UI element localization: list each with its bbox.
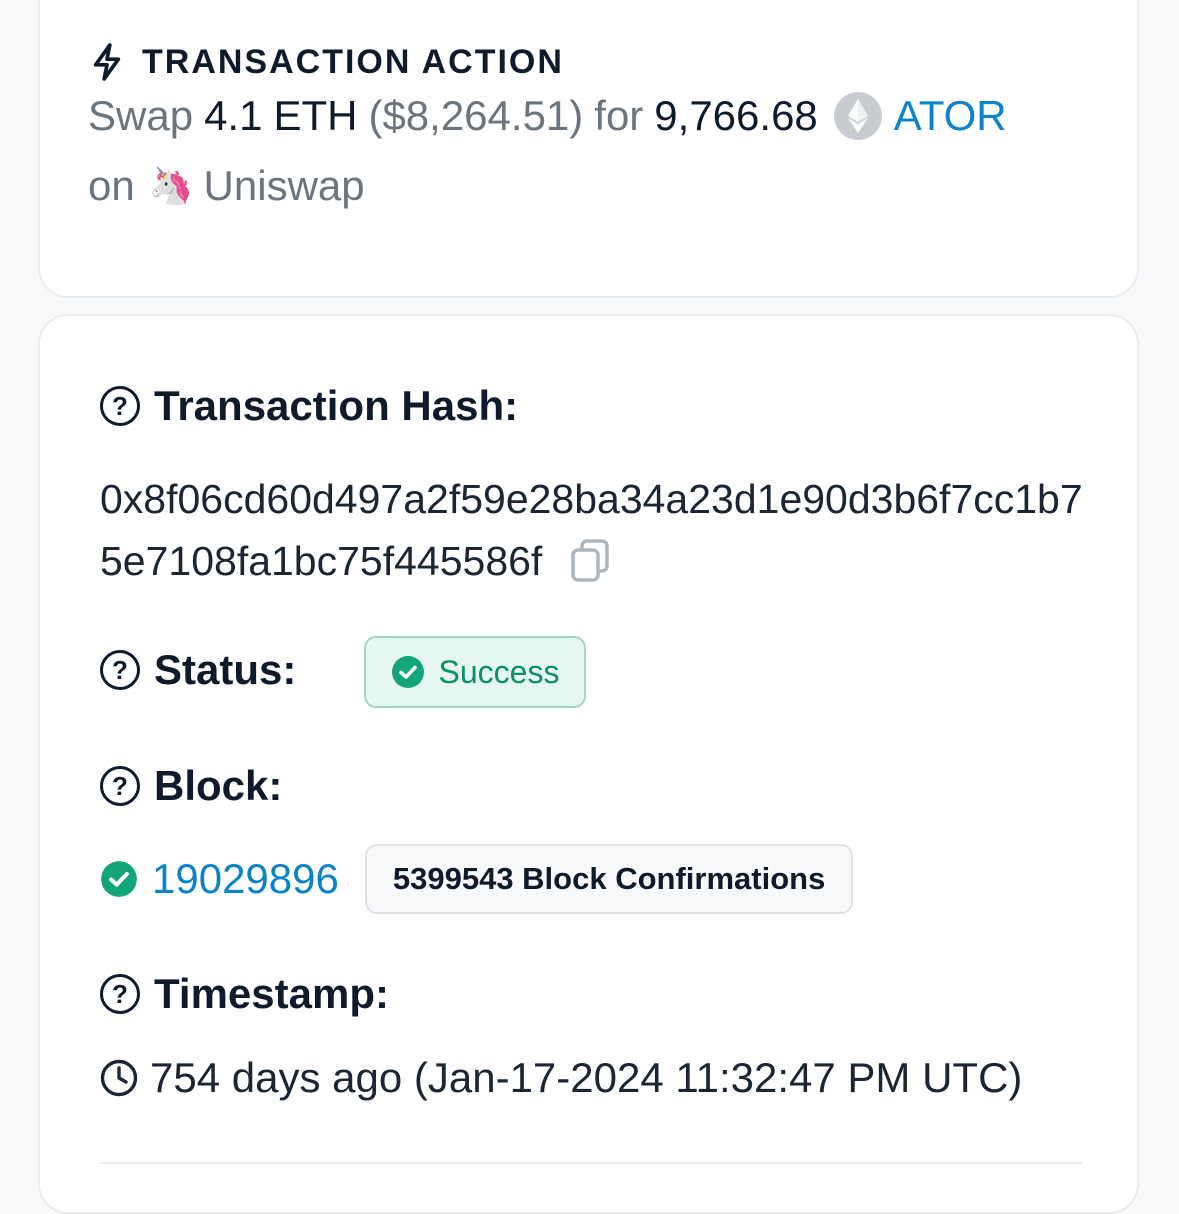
timestamp-label-row: ? Timestamp: <box>100 970 389 1018</box>
transaction-hash-label: Transaction Hash: <box>154 382 519 429</box>
status-label: Status: <box>154 646 297 693</box>
timestamp-label: Timestamp: <box>154 970 389 1017</box>
swap-summary-line: Swap 4.1 ETH ($8,264.51) for 9,766.68 AT… <box>88 86 1088 146</box>
clock-icon <box>100 1059 138 1097</box>
block-label: Block: <box>154 762 283 809</box>
status-value: Success <box>438 653 560 690</box>
timestamp-row: 754 days ago (Jan-17-2024 11:32:47 PM UT… <box>100 1054 1022 1102</box>
block-confirmations-badge: 5399543 Block Confirmations <box>364 844 854 914</box>
lightning-icon <box>93 43 121 81</box>
help-icon[interactable]: ? <box>100 974 140 1014</box>
block-label-row: ? Block: <box>100 762 282 810</box>
copy-icon[interactable] <box>570 538 610 582</box>
swap-word: Swap <box>88 92 194 139</box>
token-out-link[interactable]: ATOR <box>894 92 1007 140</box>
help-icon[interactable]: ? <box>100 386 140 426</box>
swap-dex-line: on 🦄 Uniswap <box>88 156 1088 216</box>
transaction-action-card: TRANSACTION ACTION Swap 4.1 ETH ($8,264.… <box>38 0 1139 298</box>
timestamp-value: 754 days ago (Jan-17-2024 11:32:47 PM UT… <box>150 1054 1023 1101</box>
transaction-action-title: TRANSACTION ACTION <box>142 42 564 81</box>
transaction-hash-value: 0x8f06cd60d497a2f59e28ba34a23d1e90d3b6f7… <box>100 468 1090 592</box>
block-row: 19029896 5399543 Block Confirmations <box>100 844 854 914</box>
amount-out: 9,766.68 <box>654 92 818 139</box>
transaction-details-card: ? Transaction Hash: 0x8f06cd60d497a2f59e… <box>38 314 1139 1214</box>
transaction-hash-label-row: ? Transaction Hash: <box>100 382 518 430</box>
token-in: ETH <box>273 92 358 139</box>
help-icon[interactable]: ? <box>100 650 140 690</box>
check-circle-icon <box>391 656 424 688</box>
help-icon[interactable]: ? <box>100 766 140 806</box>
check-circle-icon <box>101 861 137 897</box>
status-badge: Success <box>364 636 586 708</box>
uniswap-unicorn-icon: 🦄 <box>148 165 194 206</box>
status-label-row: ? Status: <box>100 646 296 694</box>
for-word: for <box>594 92 644 139</box>
on-word: on <box>88 162 135 209</box>
block-number-link[interactable]: 19029896 <box>152 855 339 903</box>
dex-name: Uniswap <box>203 162 365 209</box>
section-divider <box>100 1162 1082 1164</box>
transaction-action-header: TRANSACTION ACTION <box>90 42 564 82</box>
ethereum-token-icon <box>833 92 882 140</box>
usd-value: ($8,264.51) <box>368 92 584 139</box>
amount-in: 4.1 <box>204 92 263 139</box>
